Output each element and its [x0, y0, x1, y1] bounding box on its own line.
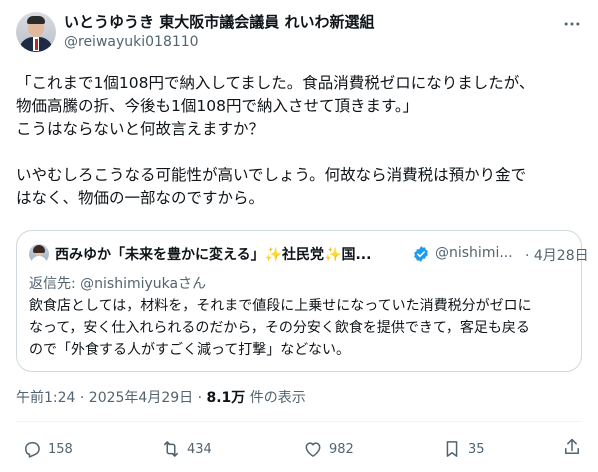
quoted-avatar[interactable]: [29, 244, 49, 264]
share-icon[interactable]: [562, 437, 582, 457]
tweet-line: 物価高騰の折、今後も1個108円で納入させて頂きます。」: [16, 97, 419, 115]
like-icon: [305, 442, 321, 457]
more-icon[interactable]: [562, 14, 582, 34]
like-count: 982: [329, 441, 354, 457]
bookmark-count: 35: [468, 441, 485, 457]
bookmark-button[interactable]: 35: [442, 437, 485, 461]
reply-prefix: 返信先:: [29, 276, 81, 292]
reply-mention[interactable]: @nishimiyukaさん: [80, 276, 206, 292]
avatar-tie: [34, 39, 38, 50]
tweet-line: はなく、物価の一部なのですから。: [16, 189, 265, 207]
quoted-author-handle[interactable]: @nishimi...: [435, 245, 513, 261]
like-button[interactable]: 982: [303, 437, 354, 461]
divider: [16, 421, 582, 422]
quoted-header: 西みゆか「未来を豊かに変える」✨社民党✨国... @nishimi... · 4…: [29, 243, 589, 265]
quoted-author-name[interactable]: 西みゆか「未来を豊かに変える」✨社民党✨国...: [55, 244, 371, 264]
avatar-hair: [27, 16, 45, 24]
tweet-line: いやむしろこうなる可能性が高いでしょう。何故なら消費税は預かり金で: [16, 166, 527, 184]
tweet-header: いとうゆうき 東大阪市議会議員 れいわ新選組 @reiwayuki018110: [16, 8, 582, 58]
action-bar: 158 434 982 35: [16, 435, 582, 463]
tweet-meta: 午前1:24 · 2025年4月29日 · 8.1万 件の表示: [16, 387, 306, 407]
tweet-timestamp[interactable]: 午前1:24 · 2025年4月29日 ·: [16, 390, 207, 406]
tweet-line: こうはならないと何故言えますか？: [16, 120, 265, 138]
bookmark-icon: [446, 441, 458, 457]
quoted-avatar-hair: [33, 245, 45, 253]
tweet-text: 「これまで1個108円で納入してました。食品消費税ゼロになりましたが、 物価高騰…: [16, 72, 582, 210]
quoted-date[interactable]: · 4月28日: [525, 245, 589, 265]
author-name[interactable]: いとうゆうき 東大阪市議会議員 れいわ新選組: [64, 11, 374, 32]
quoted-tweet[interactable]: 西みゆか「未来を豊かに変える」✨社民党✨国... @nishimi... · 4…: [16, 230, 589, 372]
view-count: 8.1万: [206, 390, 246, 406]
quoted-line: なって，安く仕入れられるのだから，その分安く飲食を提供できて，客足も戻る: [29, 320, 530, 336]
quoted-text: 飲食店としては，材料を，それまで値段に上乗せになっていた消費税分がゼロに なって…: [29, 295, 574, 361]
repost-count: 434: [187, 441, 212, 457]
author-handle[interactable]: @reiwayuki018110: [64, 34, 199, 50]
quoted-avatar-body: [31, 256, 47, 264]
quoted-reply-to: 返信先: @nishimiyukaさん: [29, 273, 206, 293]
repost-icon: [164, 441, 178, 457]
quoted-line: 飲食店としては，材料を，それまで値段に上乗せになっていた消費税分がゼロに: [29, 298, 532, 314]
verified-badge-icon: [414, 246, 428, 262]
reply-icon: [25, 442, 40, 458]
quoted-line: ので「外食する人がすごく減って打撃」などない。: [29, 342, 351, 358]
repost-button[interactable]: 434: [161, 437, 212, 461]
reply-count: 158: [48, 441, 73, 457]
author-avatar[interactable]: [16, 12, 56, 52]
tweet-line: 「これまで1個108円で納入してました。食品消費税ゼロになりましたが、: [16, 74, 535, 92]
view-count-label: 件の表示: [245, 390, 306, 406]
reply-button[interactable]: 158: [22, 437, 73, 461]
